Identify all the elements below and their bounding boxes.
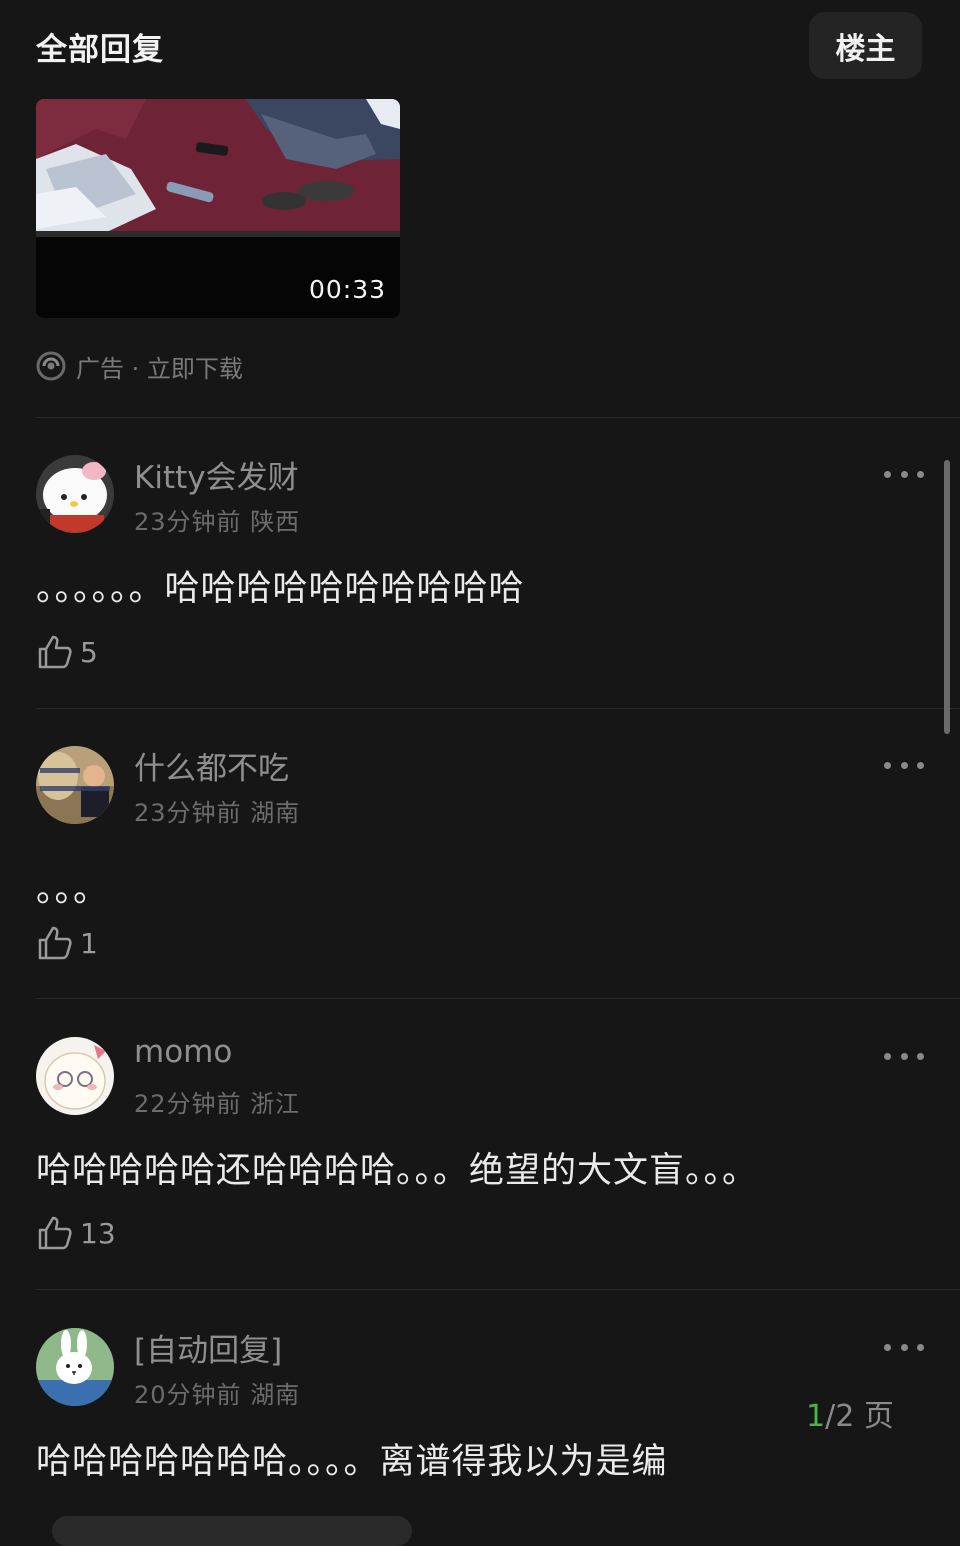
avatar-cartoon-icon bbox=[36, 1037, 114, 1115]
ad-logo-icon bbox=[36, 351, 66, 381]
username[interactable]: [自动回复] bbox=[134, 1325, 282, 1370]
like-button[interactable]: 5 bbox=[36, 632, 98, 672]
avatar-kitty-icon bbox=[36, 455, 114, 533]
comment-time: 20分钟前 bbox=[134, 1381, 242, 1409]
avatar[interactable] bbox=[36, 455, 114, 533]
avatar-photo-icon bbox=[36, 746, 114, 824]
username[interactable]: Kitty会发财 bbox=[134, 452, 299, 497]
avatar[interactable] bbox=[36, 1037, 114, 1115]
more-options-icon[interactable] bbox=[884, 755, 924, 775]
avatar[interactable] bbox=[36, 1328, 114, 1406]
video-duration: 00:33 bbox=[308, 275, 386, 304]
comment-text: 。。。。。。哈哈哈哈哈哈哈哈哈哈 bbox=[36, 569, 525, 609]
like-count: 13 bbox=[80, 1216, 116, 1250]
like-count: 1 bbox=[80, 926, 98, 960]
comment-text: 。。。 bbox=[36, 870, 110, 910]
page-title: 全部回复 bbox=[36, 32, 164, 68]
avatar[interactable] bbox=[36, 746, 114, 824]
comment-text: 哈哈哈哈哈还哈哈哈哈。。。绝望的大文盲。。。 bbox=[36, 1151, 759, 1191]
comment-location: 浙江 bbox=[250, 1090, 301, 1118]
comment-location: 陕西 bbox=[250, 508, 301, 536]
video-ad-card[interactable]: 00:33 bbox=[36, 99, 400, 318]
like-button[interactable]: 1 bbox=[36, 923, 98, 963]
divider bbox=[36, 417, 960, 418]
comment-time: 22分钟前 bbox=[134, 1090, 242, 1118]
current-page: 1 bbox=[806, 1399, 826, 1434]
comment-text: 哈哈哈哈哈哈哈。。。。离谱得我以为是编 bbox=[36, 1442, 668, 1482]
divider bbox=[36, 708, 960, 709]
comment-meta: 23分钟前 陕西 bbox=[134, 502, 300, 537]
divider bbox=[36, 1289, 960, 1290]
thumbs-up-icon bbox=[38, 926, 72, 960]
page-indicator[interactable]: 1/2 页 bbox=[806, 1391, 894, 1435]
more-options-icon[interactable] bbox=[884, 1046, 924, 1066]
comment-location: 湖南 bbox=[250, 799, 301, 827]
like-count: 5 bbox=[80, 635, 98, 669]
ad-download-link[interactable]: 广告 · 立即下载 bbox=[36, 349, 243, 383]
more-options-icon[interactable] bbox=[884, 464, 924, 484]
more-options-icon[interactable] bbox=[884, 1337, 924, 1357]
ad-label: 广告 · 立即下载 bbox=[76, 354, 243, 383]
like-button[interactable]: 13 bbox=[36, 1213, 116, 1253]
owner-only-button[interactable]: 楼主 bbox=[809, 12, 922, 79]
scrollbar[interactable] bbox=[944, 460, 950, 734]
comment-meta: 20分钟前 湖南 bbox=[134, 1375, 300, 1410]
bottom-input-bar[interactable] bbox=[52, 1516, 412, 1546]
comment-time: 23分钟前 bbox=[134, 799, 242, 827]
avatar-rabbit-icon bbox=[36, 1328, 114, 1406]
thumbs-up-icon bbox=[38, 1216, 72, 1250]
username[interactable]: 什么都不吃 bbox=[134, 743, 289, 788]
username[interactable]: momo bbox=[134, 1034, 232, 1070]
comment-time: 23分钟前 bbox=[134, 508, 242, 536]
comment-location: 湖南 bbox=[250, 1381, 301, 1409]
comment-meta: 23分钟前 湖南 bbox=[134, 793, 300, 828]
header: 全部回复 楼主 bbox=[0, 0, 960, 92]
comment-meta: 22分钟前 浙江 bbox=[134, 1084, 300, 1119]
video-thumbnail bbox=[36, 99, 400, 237]
total-pages: /2 页 bbox=[825, 1399, 894, 1434]
divider bbox=[36, 998, 960, 999]
thumbs-up-icon bbox=[38, 635, 72, 669]
